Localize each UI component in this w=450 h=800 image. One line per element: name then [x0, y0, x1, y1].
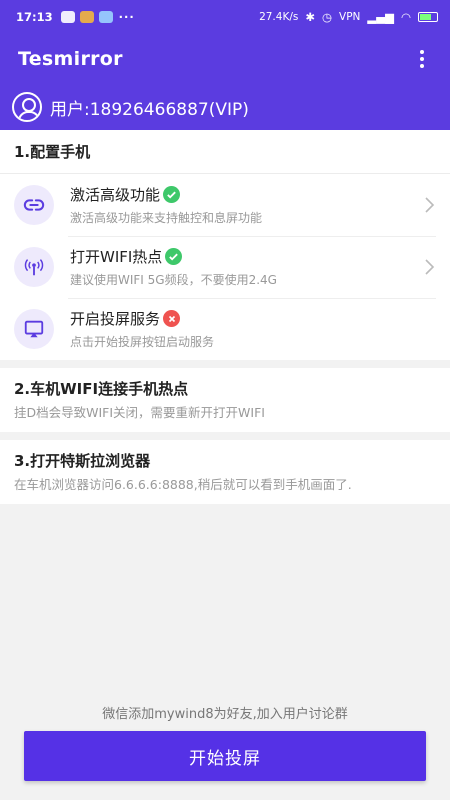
signal-icon: ▂▄▆ [367, 10, 394, 24]
section-header: 3.打开特斯拉浏览器 [14, 452, 151, 471]
item-subtitle: 建议使用WIFI 5G频段，不要使用2.4G [70, 273, 277, 287]
error-icon [163, 310, 181, 327]
list-item-wifi-hotspot[interactable]: 打开WIFI热点 建议使用WIFI 5G频段，不要使用2.4G [0, 236, 450, 298]
notification-app-icon [98, 11, 113, 23]
link-icon [14, 185, 54, 225]
notification-app-icon [79, 11, 94, 23]
start-casting-button[interactable]: 开始投屏 [24, 731, 426, 781]
bluetooth-icon: ✱ [305, 10, 315, 24]
divider [0, 432, 450, 441]
item-title: 打开WIFI热点 [70, 248, 163, 266]
item-subtitle: 点击开始投屏按钮启动服务 [70, 335, 215, 349]
check-icon [165, 248, 183, 265]
overflow-menu-icon[interactable] [412, 47, 432, 71]
divider [0, 360, 450, 368]
avatar-icon [12, 92, 42, 122]
network-speed: 27.4K/s [259, 11, 299, 23]
status-time: 17:13 [16, 10, 53, 24]
chevron-right-icon [425, 259, 435, 275]
item-title: 激活高级功能 [70, 186, 161, 204]
wechat-hint: 微信添加mywind8为好友,加入用户讨论群 [102, 707, 348, 722]
battery-icon [418, 12, 438, 22]
item-title: 开启投屏服务 [70, 310, 161, 328]
section-description: 挂D档会导致WIFI关闭，需要重新开打开WIFI [14, 405, 265, 420]
item-subtitle: 激活高级功能来支持触控和息屏功能 [70, 211, 263, 225]
hotspot-icon [14, 247, 54, 287]
list-item-cast-service[interactable]: 开启投屏服务 点击开始投屏按钮启动服务 [0, 298, 450, 360]
section-description: 在车机浏览器访问6.6.6.6:8888,稍后就可以看到手机画面了. [14, 477, 352, 493]
section-configure-phone: 1.配置手机 激活高级功能 激活高级功能来支持触控和息屏功能 打开WIFI热点 … [0, 130, 450, 360]
section-connect-wifi: 2.车机WIFI连接手机热点 挂D档会导致WIFI关闭，需要重新开打开WIFI [0, 368, 450, 433]
check-icon [163, 186, 181, 203]
status-bar: 17:13 ··· 27.4K/s ✱ ◷ VPN ▂▄▆ ◠ [0, 0, 450, 34]
alarm-icon: ◷ [321, 10, 333, 24]
status-more: ··· [118, 10, 135, 24]
cast-icon [14, 309, 54, 349]
vpn-icon: VPN [339, 11, 361, 23]
status-indicators: 27.4K/s ✱ ◷ VPN ▂▄▆ ◠ [259, 10, 438, 24]
list-item-activate-advanced[interactable]: 激活高级功能 激活高级功能来支持触控和息屏功能 [0, 174, 450, 236]
notification-app-icon [60, 11, 75, 23]
section-open-browser: 3.打开特斯拉浏览器 在车机浏览器访问6.6.6.6:8888,稍后就可以看到手… [0, 440, 450, 505]
app-title: Tesmirror [18, 48, 123, 70]
user-label: 用户:18926466887(VIP) [50, 99, 249, 120]
app-bar: Tesmirror [0, 34, 450, 84]
chevron-right-icon [425, 197, 435, 213]
section-header: 1.配置手机 [0, 130, 450, 174]
user-bar[interactable]: 用户:18926466887(VIP) [0, 84, 450, 130]
section-header: 2.车机WIFI连接手机热点 [14, 380, 189, 398]
notification-icons [60, 11, 113, 23]
wifi-icon: ◠ [400, 10, 411, 24]
